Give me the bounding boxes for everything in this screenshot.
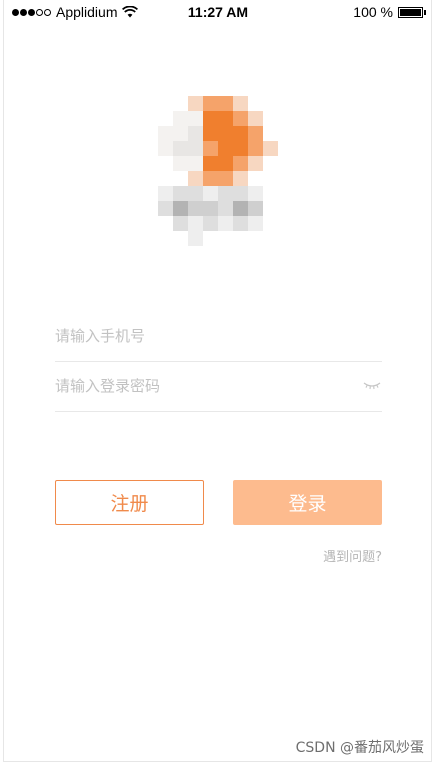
help-link[interactable]: 遇到问题? bbox=[323, 546, 382, 565]
phone-field bbox=[55, 312, 382, 362]
phone-input[interactable] bbox=[55, 312, 355, 360]
watermark: CSDN @番茄风炒蛋 bbox=[295, 740, 424, 756]
login-button[interactable]: 登录 bbox=[233, 480, 382, 525]
register-button-label: 注册 bbox=[110, 493, 149, 515]
register-button[interactable]: 注册 bbox=[55, 480, 204, 525]
battery-percentage: 100 % bbox=[353, 4, 393, 20]
app-logo bbox=[158, 96, 278, 246]
battery-icon bbox=[398, 6, 423, 18]
login-button-label: 登录 bbox=[288, 493, 327, 515]
status-bar: Applidium 11:27 AM 100 % bbox=[0, 0, 436, 24]
password-input[interactable] bbox=[55, 362, 355, 410]
battery-status: 100 % bbox=[353, 4, 426, 20]
password-field bbox=[55, 362, 382, 412]
app-logo-icon bbox=[158, 96, 278, 246]
eye-closed-icon[interactable] bbox=[362, 378, 382, 392]
battery-cap bbox=[424, 9, 426, 15]
